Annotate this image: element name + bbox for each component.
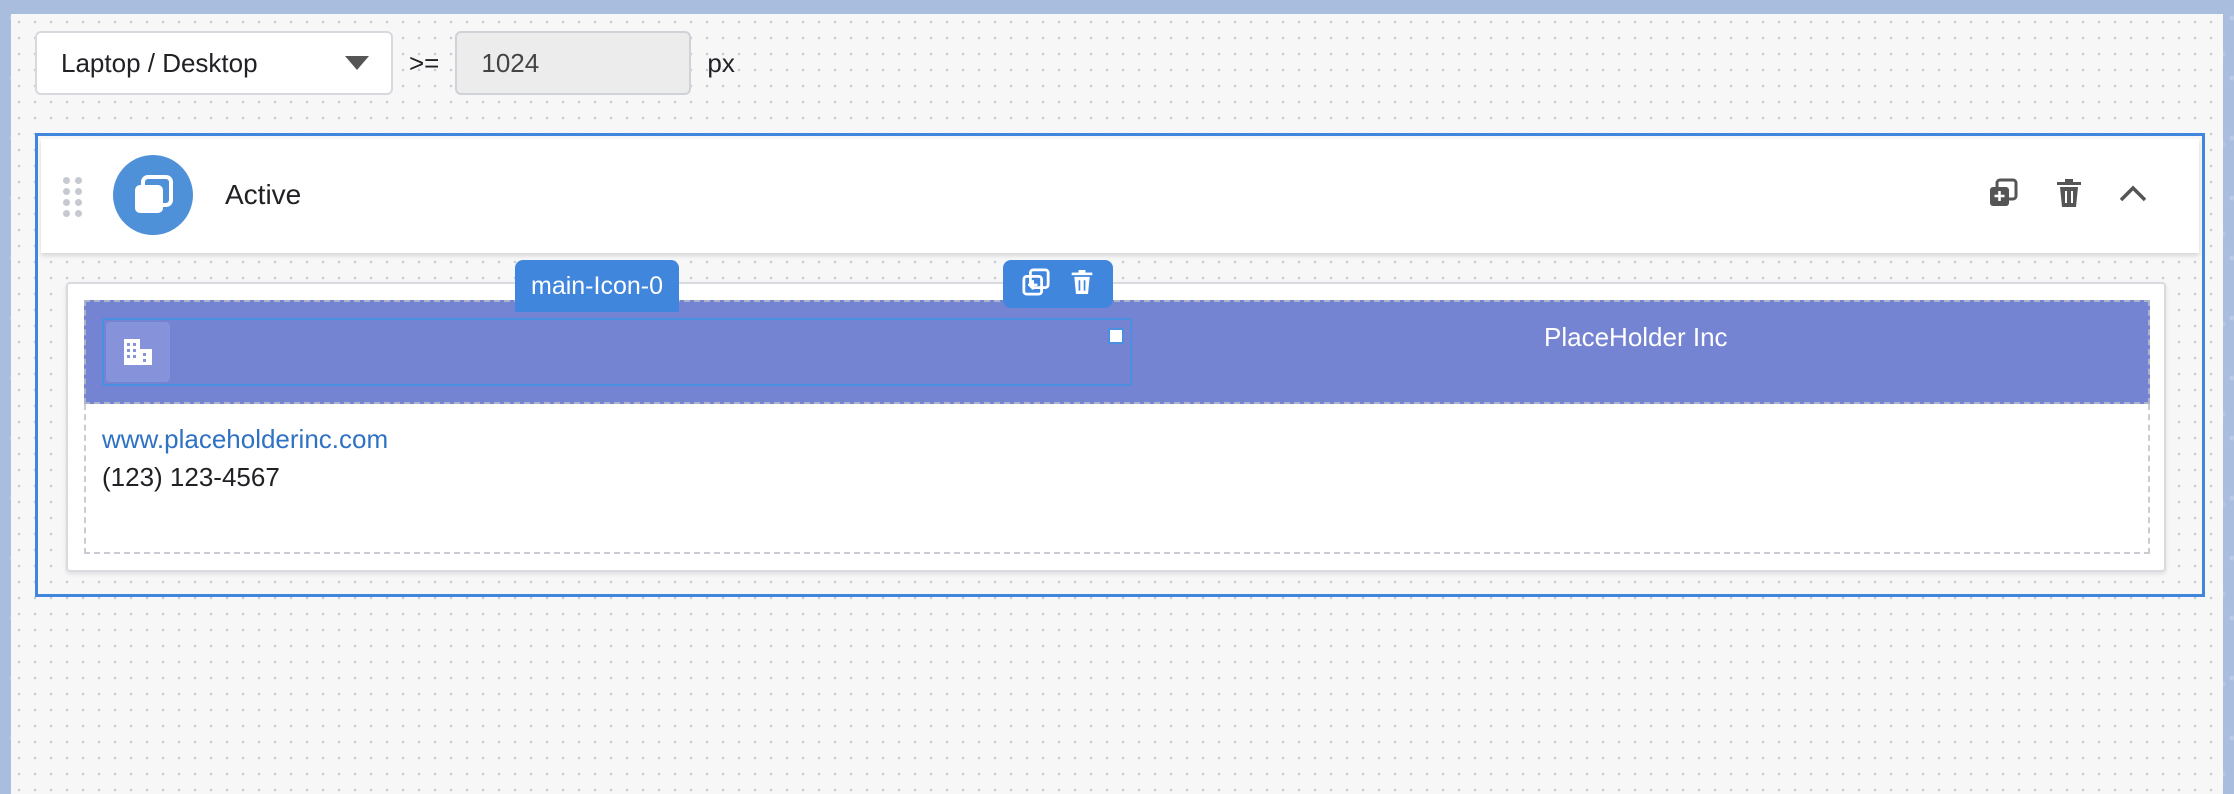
website-link[interactable]: www.placeholderinc.com [102, 424, 388, 455]
builder-canvas: Laptop / Desktop >= 1024 px Active Place… [11, 14, 2223, 794]
delete-element-icon[interactable] [1070, 268, 1094, 301]
copy-icon [113, 155, 193, 235]
panel-header: Active [41, 139, 2199, 253]
phone-number: (123) 123-4567 [102, 462, 280, 492]
breakpoint-input[interactable]: 1024 [455, 31, 692, 95]
unit-label: px [707, 47, 735, 78]
building-icon [106, 322, 170, 382]
duplicate-element-icon[interactable] [1022, 267, 1050, 301]
element-tag-label[interactable]: main-Icon-0 [515, 260, 679, 312]
drag-handle-icon[interactable] [63, 177, 87, 217]
breakpoint-toolbar: Laptop / Desktop >= 1024 px [35, 31, 735, 95]
section-panel: Active PlaceHolder Inc www.placeholderin… [35, 133, 2205, 597]
card-content[interactable]: www.placeholderinc.com (123) 123-4567 [84, 404, 2150, 554]
device-select-value: Laptop / Desktop [61, 47, 258, 78]
duplicate-icon[interactable] [1983, 173, 2023, 213]
contact-card: PlaceHolder Inc www.placeholderinc.com (… [66, 282, 2166, 572]
device-select[interactable]: Laptop / Desktop [35, 31, 393, 95]
operator-label: >= [409, 47, 440, 78]
resize-handle[interactable] [1108, 328, 1124, 344]
selected-icon-element[interactable] [102, 318, 1132, 386]
chevron-up-icon[interactable] [2113, 173, 2153, 213]
element-actions [1003, 260, 1113, 308]
panel-title: Active [225, 179, 302, 210]
trash-icon[interactable] [2049, 173, 2089, 213]
card-banner[interactable]: PlaceHolder Inc [84, 300, 2150, 404]
company-name: PlaceHolder Inc [1544, 322, 1728, 352]
caret-down-icon [345, 56, 369, 70]
